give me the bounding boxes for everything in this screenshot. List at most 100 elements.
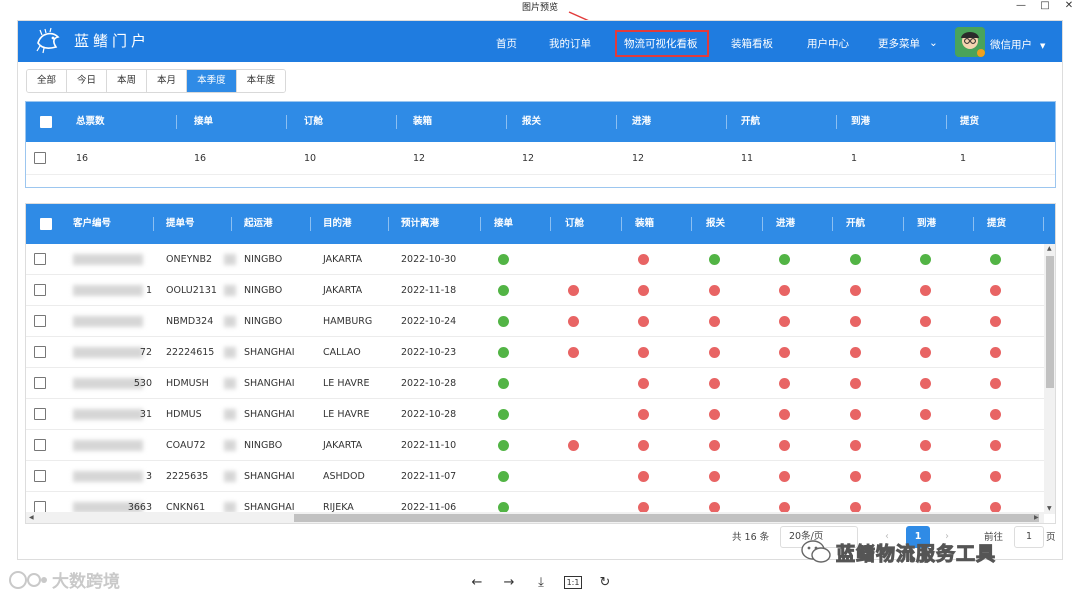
- orders-select-all-checkbox[interactable]: [40, 218, 52, 230]
- filter-tab[interactable]: 全部: [27, 70, 68, 92]
- redacted-area: [224, 347, 236, 358]
- cell-pol: SHANGHAI: [244, 347, 295, 358]
- orders-header-cell[interactable]: 起运港: [244, 204, 273, 244]
- orders-header-cell[interactable]: 报关: [706, 204, 725, 244]
- goto-page-input[interactable]: 1: [1014, 526, 1044, 548]
- filter-tab[interactable]: 本月: [147, 70, 188, 92]
- vertical-scroll-thumb[interactable]: [1046, 256, 1054, 388]
- rotate-icon[interactable]: ↻: [596, 574, 614, 592]
- status-pending-icon: [850, 471, 861, 482]
- scroll-down-icon[interactable]: ▼: [1047, 505, 1052, 512]
- row-checkbox[interactable]: [34, 501, 46, 512]
- status-pending-icon: [920, 471, 931, 482]
- summary-value-cell: 12: [413, 153, 426, 164]
- table-row[interactable]: 72 22224615 SHANGHAI CALLAO 2022-10-23: [26, 337, 1044, 368]
- horizontal-scroll-thumb[interactable]: [294, 514, 1039, 522]
- status-pending-icon: [709, 378, 720, 389]
- avatar[interactable]: [955, 27, 985, 57]
- status-done-icon: [498, 347, 509, 358]
- previous-image-icon[interactable]: ←: [468, 574, 486, 592]
- user-caret-icon[interactable]: ▼: [1040, 21, 1045, 71]
- row-checkbox[interactable]: [34, 377, 46, 389]
- nav-home[interactable]: 首页: [496, 21, 517, 62]
- table-row[interactable]: 1 OOLU2131 NINGBO JAKARTA 2022-11-18: [26, 275, 1044, 306]
- status-done-icon: [498, 285, 509, 296]
- header-divider: [832, 217, 833, 231]
- table-row[interactable]: 3663 CNKN61 SHANGHAI RIJEKA 2022-11-06: [26, 492, 1044, 512]
- status-pending-icon: [990, 471, 1001, 482]
- viewer-toolbar: ← → ⤓ 1:1 ↻: [468, 574, 614, 592]
- table-row[interactable]: COAU72 NINGBO JAKARTA 2022-11-10: [26, 430, 1044, 461]
- scroll-right-icon[interactable]: ▶: [1034, 514, 1039, 521]
- orders-header-cell[interactable]: 提货: [987, 204, 1006, 244]
- status-pending-icon: [850, 378, 861, 389]
- orders-header-cell[interactable]: 到港: [917, 204, 936, 244]
- cell-pod: JAKARTA: [323, 285, 363, 296]
- orders-header-cell[interactable]: 订舱: [565, 204, 584, 244]
- horizontal-scrollbar[interactable]: ◀ ▶: [26, 512, 1044, 523]
- row-checkbox[interactable]: [34, 470, 46, 482]
- nav-user-center[interactable]: 用户中心: [807, 21, 849, 62]
- cell-pod: RIJEKA: [323, 502, 354, 512]
- status-pending-icon: [638, 378, 649, 389]
- table-row[interactable]: ONEYNB2 NINGBO JAKARTA 2022-10-30: [26, 244, 1044, 275]
- summary-value-cell: 16: [194, 153, 207, 164]
- row-checkbox[interactable]: [34, 408, 46, 420]
- summary-row-checkbox[interactable]: [34, 152, 46, 164]
- actual-size-icon[interactable]: 1:1: [564, 576, 582, 589]
- row-checkbox[interactable]: [34, 439, 46, 451]
- row-checkbox[interactable]: [34, 284, 46, 296]
- table-row[interactable]: 31 HDMUS SHANGHAI LE HAVRE 2022-10-28: [26, 399, 1044, 430]
- filter-tab[interactable]: 本周: [107, 70, 148, 92]
- watermark-right-text: 蓝鳍物流服务工具: [835, 542, 997, 565]
- nav-packing-dashboard[interactable]: 装箱看板: [731, 21, 773, 62]
- cell-pol: NINGBO: [244, 440, 283, 451]
- filter-tab[interactable]: 本年度: [236, 70, 286, 92]
- orders-header-cell[interactable]: 进港: [776, 204, 795, 244]
- download-icon[interactable]: ⤓: [532, 574, 550, 592]
- user-name[interactable]: 微信用户: [990, 21, 1032, 70]
- nav-more-menu[interactable]: 更多菜单: [878, 21, 920, 62]
- filter-tab[interactable]: 今日: [67, 70, 108, 92]
- orders-header-cell[interactable]: 提单号: [166, 204, 195, 244]
- summary-value-cell: 12: [522, 153, 535, 164]
- table-row[interactable]: NBMD324 NINGBO HAMBURG 2022-10-24: [26, 306, 1044, 337]
- orders-header-cell[interactable]: 预计离港: [401, 204, 439, 244]
- status-done-icon: [779, 254, 790, 265]
- minimize-icon[interactable]: —: [1016, 0, 1026, 14]
- scroll-up-icon[interactable]: ▲: [1047, 245, 1052, 252]
- table-row[interactable]: 3 2225635 SHANGHAI ASHDOD 2022-11-07: [26, 461, 1044, 492]
- redacted-area: [73, 409, 143, 420]
- redacted-area: [224, 316, 236, 327]
- table-row[interactable]: 530 HDMUSH SHANGHAI LE HAVRE 2022-10-28: [26, 368, 1044, 399]
- orders-header-cell[interactable]: 目的港: [323, 204, 352, 244]
- next-image-icon[interactable]: →: [500, 574, 518, 592]
- summary-select-all-checkbox[interactable]: [40, 116, 52, 128]
- cell-cust: 31: [139, 409, 152, 420]
- scroll-left-icon[interactable]: ◀: [29, 514, 34, 521]
- watermark-right: 蓝鳍物流服务工具: [800, 538, 996, 566]
- header-divider: [836, 115, 837, 129]
- vertical-scrollbar[interactable]: ▲ ▼: [1044, 244, 1055, 514]
- status-pending-icon: [779, 502, 790, 512]
- maximize-icon[interactable]: □: [1040, 0, 1050, 14]
- cell-bl: HDMUS: [166, 409, 202, 420]
- row-checkbox[interactable]: [34, 253, 46, 265]
- row-checkbox[interactable]: [34, 315, 46, 327]
- filter-tab[interactable]: 本季度: [187, 70, 237, 92]
- row-checkbox[interactable]: [34, 346, 46, 358]
- summary-header-cell: 进港: [632, 116, 652, 127]
- redacted-area: [73, 440, 143, 451]
- close-icon[interactable]: ✕: [1064, 0, 1074, 14]
- status-pending-icon: [568, 285, 579, 296]
- redacted-area: [224, 378, 236, 389]
- cell-pod: JAKARTA: [323, 254, 363, 265]
- redacted-area: [224, 254, 236, 265]
- chevron-down-icon[interactable]: ⌄: [929, 21, 938, 62]
- orders-header-cell[interactable]: 客户编号: [73, 204, 111, 244]
- wechat-icon: [801, 540, 831, 563]
- orders-header-cell[interactable]: 开航: [846, 204, 865, 244]
- orders-header-cell[interactable]: 装箱: [635, 204, 654, 244]
- nav-my-orders[interactable]: 我的订单: [549, 21, 591, 62]
- orders-header-cell[interactable]: 接单: [494, 204, 513, 244]
